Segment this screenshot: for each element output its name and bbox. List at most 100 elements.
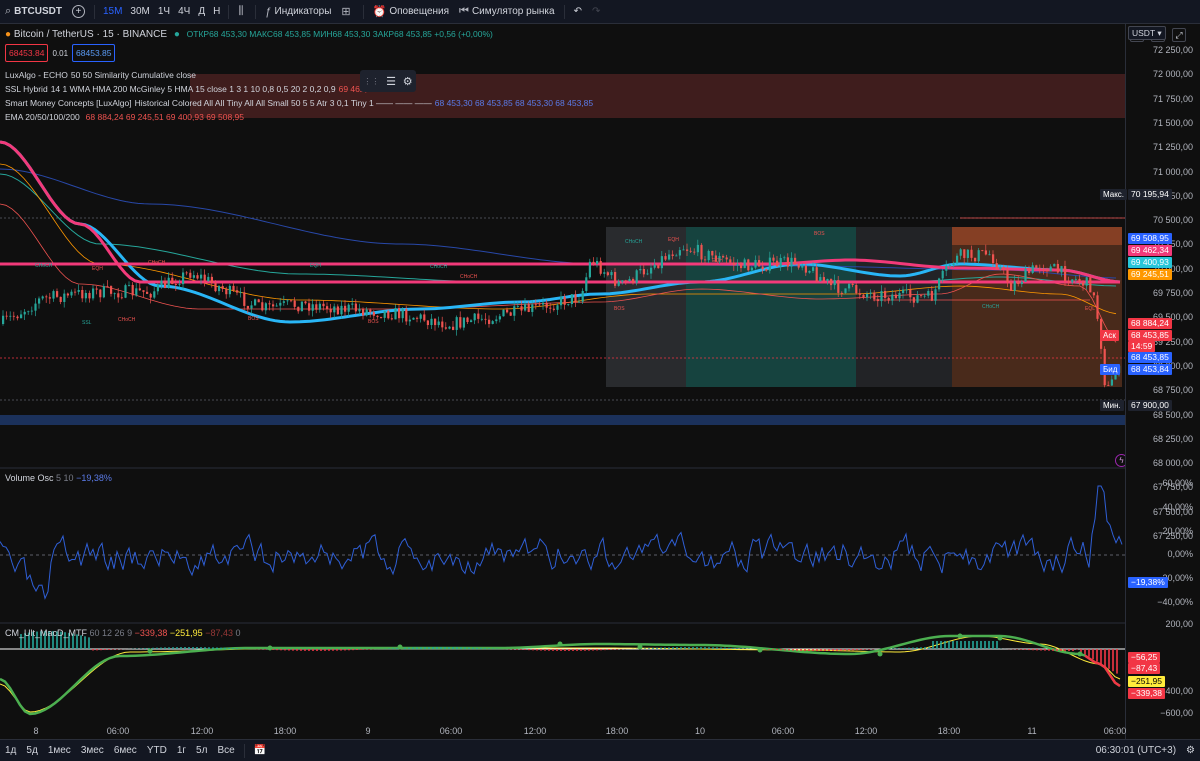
candle-body [477, 313, 480, 319]
range-7[interactable]: 5л [191, 740, 212, 761]
candle-body [369, 309, 372, 313]
macd-tag: −87,43 [1128, 663, 1161, 674]
macd-histogram-bar [96, 649, 98, 651]
candle-body [819, 277, 822, 282]
range-4[interactable]: 6мес [109, 740, 142, 761]
candle-body [70, 291, 73, 296]
macd-histogram-bar [852, 649, 854, 651]
smc-label: EQH [712, 258, 723, 264]
buy-button[interactable]: 68453.85 [72, 44, 116, 62]
goto-date-button[interactable]: 📅 [249, 740, 271, 761]
divider [362, 4, 364, 19]
interval-1[interactable]: 30М [126, 0, 153, 24]
settings-sliders-icon[interactable]: ⚙ [403, 75, 413, 88]
templates-button[interactable]: ⊞ [336, 0, 358, 24]
candle-body [268, 303, 271, 305]
interval-2[interactable]: 1Ч [154, 0, 174, 24]
range-1[interactable]: 5д [21, 740, 42, 761]
candle-body [27, 311, 30, 313]
candle-body [1060, 266, 1063, 273]
macd-histogram-bar [436, 647, 438, 649]
macd-histogram-bar [152, 647, 154, 649]
interval-3[interactable]: 4Ч [174, 0, 194, 24]
candle-body [736, 264, 739, 266]
range-0[interactable]: 1д [0, 740, 21, 761]
macd-histogram-bar [836, 649, 838, 651]
discount-zone [0, 415, 1125, 425]
price-axis[interactable]: ↓ ◉ ⤢ 72 250,0072 000,0071 750,0071 500,… [1125, 24, 1200, 739]
candle-body [970, 249, 973, 258]
drag-handle-icon[interactable]: ⋮⋮ [363, 77, 379, 86]
indicators-button[interactable]: ƒ Индикаторы [260, 0, 336, 24]
macd-cross-dot [757, 647, 763, 653]
time-tick: 12:00 [523, 726, 547, 736]
divider [228, 4, 230, 19]
candle-body [862, 294, 865, 298]
candle-body [380, 316, 383, 318]
macd-histogram-bar [108, 649, 110, 650]
currency-select[interactable]: USDT ▾ [1128, 26, 1166, 40]
redo-button[interactable]: ↷ [587, 0, 605, 24]
candle-body [628, 279, 631, 282]
candle-body [682, 249, 685, 251]
interval-4[interactable]: Д [194, 0, 209, 24]
symbol-search[interactable]: ⌕ BTCUSDT [0, 0, 67, 24]
macd-histogram-bar [740, 648, 742, 649]
undo-button[interactable]: ↶ [569, 0, 587, 24]
macd-histogram-bar [864, 649, 866, 650]
osc-tick: −40,00% [1157, 597, 1193, 607]
candle-body [5, 315, 8, 317]
settings-button[interactable]: ⚙ [1181, 740, 1200, 761]
fullscreen-icon[interactable]: ⤢ [1172, 28, 1186, 42]
price-tick: 72 250,00 [1152, 45, 1193, 55]
legend-toolbar[interactable]: ⋮⋮ ☰ ⚙ [360, 70, 416, 92]
macd-histogram-bar [936, 641, 938, 649]
time-tick: 06:00 [1103, 726, 1127, 736]
macd-histogram-bar [804, 649, 806, 651]
candle-body [473, 313, 476, 321]
range-3[interactable]: 3мес [76, 740, 109, 761]
chart-type-button[interactable]: ⫼ [233, 0, 251, 24]
macd-histogram-bar [284, 649, 286, 651]
max-label: Макс. [1100, 189, 1128, 200]
candle-body [2, 315, 5, 324]
chart-area[interactable]: CHoCH CHoCH EQH CHoCH BOS CHoCH EQH BOS CHoCH SSL… [0, 24, 1200, 739]
candle-body [1035, 265, 1038, 268]
range-6[interactable]: 1г [172, 740, 191, 761]
candle-body [581, 290, 584, 302]
candle-body [12, 315, 15, 317]
candle-body [444, 327, 447, 329]
list-icon[interactable]: ☰ [386, 75, 396, 88]
price-tick: 71 000,00 [1152, 166, 1193, 177]
candle-body [725, 257, 728, 260]
replay-button[interactable]: ⏮ Симулятор рынка [454, 0, 560, 24]
candle-body [664, 256, 667, 260]
compare-button[interactable]: + [67, 0, 90, 24]
range-2[interactable]: 1мес [43, 740, 76, 761]
candle-body [765, 269, 768, 271]
chevron-down-icon: ▾ [1157, 28, 1162, 38]
macd-cross-dot [557, 641, 563, 647]
macd-histogram-bar [84, 636, 86, 649]
range-5[interactable]: YTD [142, 740, 172, 761]
alerts-button[interactable]: ⏰ Оповещения [368, 0, 454, 24]
sell-button[interactable]: 68453.84 [5, 44, 49, 62]
macd-histogram-bar [724, 647, 726, 649]
interval-0[interactable]: 15М [99, 0, 126, 24]
candle-body [74, 291, 77, 293]
interval-5[interactable]: Н [209, 0, 224, 24]
range-8[interactable]: Все [212, 740, 239, 761]
candle-body [336, 306, 339, 315]
volume-osc-line [0, 485, 1123, 600]
macd-histogram-bar [212, 647, 214, 649]
clock-display[interactable]: 06:30:01 (UTC+3) [1091, 740, 1181, 761]
top-toolbar: ⌕ BTCUSDT + 15М 30М 1Ч 4Ч Д Н ⫼ ƒ Индикаторы ⊞ … [0, 0, 1200, 24]
candle-body [452, 326, 455, 330]
time-tick: 10 [694, 726, 706, 736]
price-tick: 68 500,00 [1152, 409, 1193, 420]
smc-label: CHoCH [148, 260, 166, 266]
macd-histogram-bar [816, 649, 818, 651]
candle-body [196, 275, 199, 279]
macd-histogram-bar [1020, 649, 1022, 650]
macd-histogram-bar [1068, 649, 1070, 651]
